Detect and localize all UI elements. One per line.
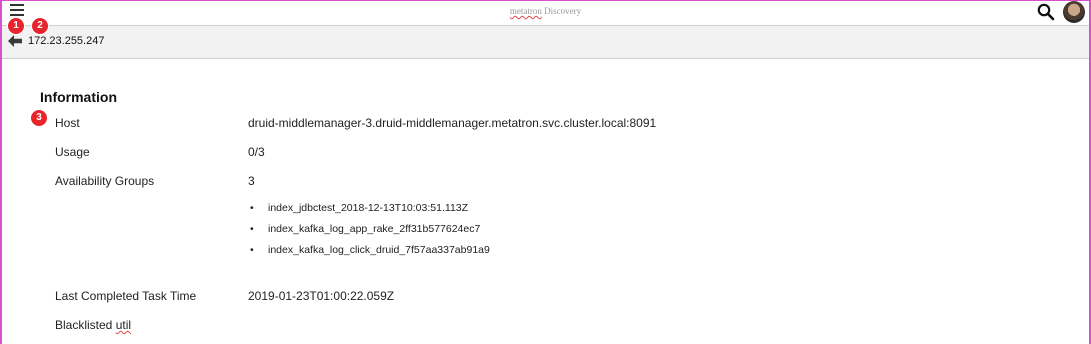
blacklisted-label-main: Blacklisted <box>55 318 116 332</box>
last-task-label: Last Completed Task Time <box>55 289 197 303</box>
step-badge-1: 1 <box>8 18 24 34</box>
app-title: metatron Discovery <box>2 6 1089 16</box>
list-bullet: • <box>250 244 254 256</box>
app-title-brand: metatron <box>509 6 542 16</box>
availability-groups-label: Availability Groups <box>55 174 155 188</box>
step-badge-3: 3 <box>31 110 47 126</box>
list-item: • index_kafka_log_click_druid_7f57aa337ab… <box>248 243 490 264</box>
usage-label: Usage <box>55 145 90 159</box>
availability-groups-count: 3 <box>248 174 255 188</box>
group-name: index_kafka_log_click_druid_7f57aa337ab9… <box>268 244 490 256</box>
list-bullet: • <box>250 202 254 214</box>
group-name: index_kafka_log_app_rake_2ff31b577624ec7 <box>268 223 481 235</box>
blacklisted-label: Blacklisted util <box>55 318 131 332</box>
step-badge-2: 2 <box>32 18 48 34</box>
breadcrumb-host: 172.23.255.247 <box>28 35 105 47</box>
last-task-value: 2019-01-23T01:00:22.059Z <box>248 289 395 303</box>
list-item: • index_jdbctest_2018-12-13T10:03:51.113Z <box>248 201 490 222</box>
usage-value: 0/3 <box>248 145 265 159</box>
group-name: index_jdbctest_2018-12-13T10:03:51.113Z <box>268 202 469 214</box>
breadcrumb-bar: 172.23.255.247 <box>2 26 1089 59</box>
search-icon[interactable] <box>1037 3 1055 21</box>
top-bar: metatron Discovery <box>2 1 1089 26</box>
host-value: druid-middlemanager-3.druid-middlemanage… <box>248 116 657 130</box>
user-avatar[interactable] <box>1063 1 1085 23</box>
app-title-rest: Discovery <box>541 6 582 16</box>
list-item: • index_kafka_log_app_rake_2ff31b577624ec… <box>248 222 490 243</box>
blacklisted-label-util: util <box>115 318 132 332</box>
arrow-left-icon[interactable] <box>8 35 22 47</box>
availability-groups-list: • index_jdbctest_2018-12-13T10:03:51.113Z… <box>248 201 490 264</box>
list-bullet: • <box>250 223 254 235</box>
information-heading: Information <box>40 89 117 105</box>
host-label: Host <box>55 116 80 130</box>
